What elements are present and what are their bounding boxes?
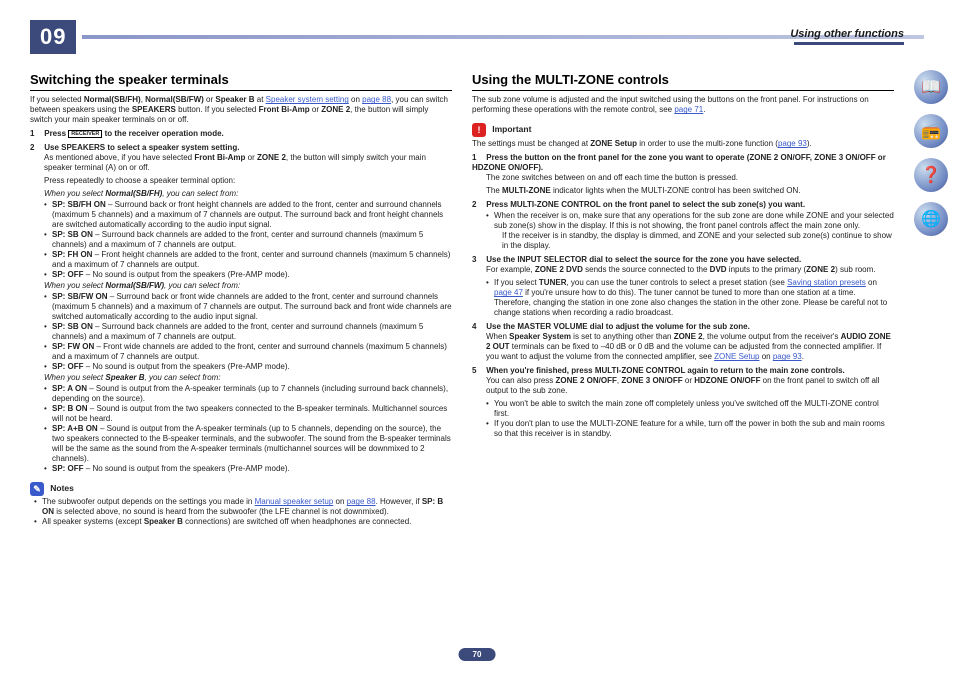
notes-list: The subwoofer output depends on the sett… bbox=[34, 497, 452, 527]
step-1: 1 Press RECEIVER to the receiver operati… bbox=[30, 129, 452, 139]
mz-step-1: 1 Press the button on the front panel fo… bbox=[472, 153, 894, 173]
mz-s1-p1: The zone switches between on and off eac… bbox=[486, 173, 894, 183]
when-speaker-b: When you select Speaker B, you can selec… bbox=[44, 373, 452, 383]
right-column: Using the MULTI-ZONE controls The sub zo… bbox=[472, 72, 924, 528]
step2-para2: Press repeatedly to choose a speaker ter… bbox=[44, 176, 452, 186]
device-icon[interactable]: 📻 bbox=[914, 114, 948, 148]
list-item: SP: FW ON – Front wide channels are adde… bbox=[44, 342, 452, 362]
list-item: SP: SB/FW ON – Surround back or front wi… bbox=[44, 292, 452, 322]
link-zone-setup[interactable]: ZONE Setup bbox=[714, 352, 759, 361]
list-sbfw: SP: SB/FW ON – Surround back or front wi… bbox=[44, 292, 452, 372]
book-icon[interactable]: 📖 bbox=[914, 70, 948, 104]
section-label: Using other functions bbox=[790, 28, 904, 40]
link-page-93b[interactable]: page 93 bbox=[773, 352, 802, 361]
mz-s5-list: You won't be able to switch the main zon… bbox=[486, 399, 894, 439]
section-underline bbox=[794, 42, 904, 45]
list-item: When the receiver is on, make sure that … bbox=[486, 211, 894, 251]
link-page-71[interactable]: page 71 bbox=[674, 105, 703, 114]
list-item: You won't be able to switch the main zon… bbox=[486, 399, 894, 419]
list-item: SP: SB/FH ON – Surround back or front he… bbox=[44, 200, 452, 230]
important-text: The settings must be changed at ZONE Set… bbox=[472, 139, 894, 149]
mz-s3-p1: For example, ZONE 2 DVD sends the source… bbox=[486, 265, 894, 275]
link-page-47[interactable]: page 47 bbox=[494, 288, 523, 297]
link-page-88b[interactable]: page 88 bbox=[347, 497, 376, 506]
link-page-93[interactable]: page 93 bbox=[778, 139, 807, 148]
mz-s2-list: When the receiver is on, make sure that … bbox=[486, 211, 894, 251]
note-icon: ✎ bbox=[30, 482, 44, 496]
heading-multizone: Using the MULTI-ZONE controls bbox=[472, 72, 894, 91]
heading-switching: Switching the speaker terminals bbox=[30, 72, 452, 91]
mz-s5-p1: You can also press ZONE 2 ON/OFF, ZONE 3… bbox=[486, 376, 894, 396]
left-column: Switching the speaker terminals If you s… bbox=[30, 72, 452, 528]
mz-step-2: 2 Press MULTI-ZONE CONTROL on the front … bbox=[472, 200, 894, 210]
help-icon[interactable]: ❓ bbox=[914, 158, 948, 192]
content-columns: Switching the speaker terminals If you s… bbox=[30, 72, 924, 528]
list-item: If you don't plan to use the MULTI-ZONE … bbox=[486, 419, 894, 439]
step2-para1: As mentioned above, if you have selected… bbox=[44, 153, 452, 173]
mz-s4-p1: When Speaker System is set to anything o… bbox=[486, 332, 894, 362]
important-title: Important bbox=[492, 124, 531, 134]
page-number: 70 bbox=[459, 648, 496, 661]
list-item: SP: OFF – No sound is output from the sp… bbox=[44, 270, 452, 280]
mz-s1-p2: The MULTI-ZONE indicator lights when the… bbox=[486, 186, 894, 196]
link-speaker-system[interactable]: Speaker system setting bbox=[266, 95, 349, 104]
when-normal-sbfh: When you select Normal(SB/FH), you can s… bbox=[44, 189, 452, 199]
step-2: 2 Use SPEAKERS to select a speaker syste… bbox=[30, 143, 452, 153]
notes-block: ✎ Notes The subwoofer output depends on … bbox=[30, 482, 452, 527]
chapter-number: 09 bbox=[30, 20, 76, 54]
list-item: SP: FH ON – Front height channels are ad… bbox=[44, 250, 452, 270]
link-manual-speaker[interactable]: Manual speaker setup bbox=[255, 497, 334, 506]
mz-s3-list: If you select TUNER, you can use the tun… bbox=[486, 278, 894, 318]
side-nav-icons: 📖 📻 ❓ 🌐 bbox=[914, 70, 948, 236]
list-sbfh: SP: SB/FH ON – Surround back or front he… bbox=[44, 200, 452, 280]
list-item: SP: B ON – Sound is output from the two … bbox=[44, 404, 452, 424]
when-normal-sbfw: When you select Normal(SB/FW), you can s… bbox=[44, 281, 452, 291]
mz-step-4: 4 Use the MASTER VOLUME dial to adjust t… bbox=[472, 322, 894, 332]
list-item: SP: A+B ON – Sound is output from the A-… bbox=[44, 424, 452, 464]
important-block: ! Important The settings must be changed… bbox=[472, 123, 894, 149]
list-item: The subwoofer output depends on the sett… bbox=[34, 497, 452, 517]
notes-title: Notes bbox=[50, 483, 74, 493]
intro-para: If you selected Normal(SB/FH), Normal(SB… bbox=[30, 95, 452, 125]
link-saving-presets[interactable]: Saving station presets bbox=[787, 278, 866, 287]
receiver-button-icon: RECEIVER bbox=[68, 130, 102, 138]
globe-icon[interactable]: 🌐 bbox=[914, 202, 948, 236]
list-item: SP: OFF – No sound is output from the sp… bbox=[44, 464, 452, 474]
mz-step-3: 3 Use the INPUT SELECTOR dial to select … bbox=[472, 255, 894, 265]
list-item: If you select TUNER, you can use the tun… bbox=[486, 278, 894, 318]
mz-step-5: 5 When you're finished, press MULTI-ZONE… bbox=[472, 366, 894, 376]
list-item: SP: A ON – Sound is output from the A-sp… bbox=[44, 384, 452, 404]
list-item: SP: OFF – No sound is output from the sp… bbox=[44, 362, 452, 372]
link-page-88[interactable]: page 88 bbox=[362, 95, 391, 104]
list-item: All speaker systems (except Speaker B co… bbox=[34, 517, 452, 527]
list-item: SP: SB ON – Surround back channels are a… bbox=[44, 322, 452, 342]
mz-intro: The sub zone volume is adjusted and the … bbox=[472, 95, 894, 115]
list-item: SP: SB ON – Surround back channels are a… bbox=[44, 230, 452, 250]
list-speakerb: SP: A ON – Sound is output from the A-sp… bbox=[44, 384, 452, 474]
important-icon: ! bbox=[472, 123, 486, 137]
